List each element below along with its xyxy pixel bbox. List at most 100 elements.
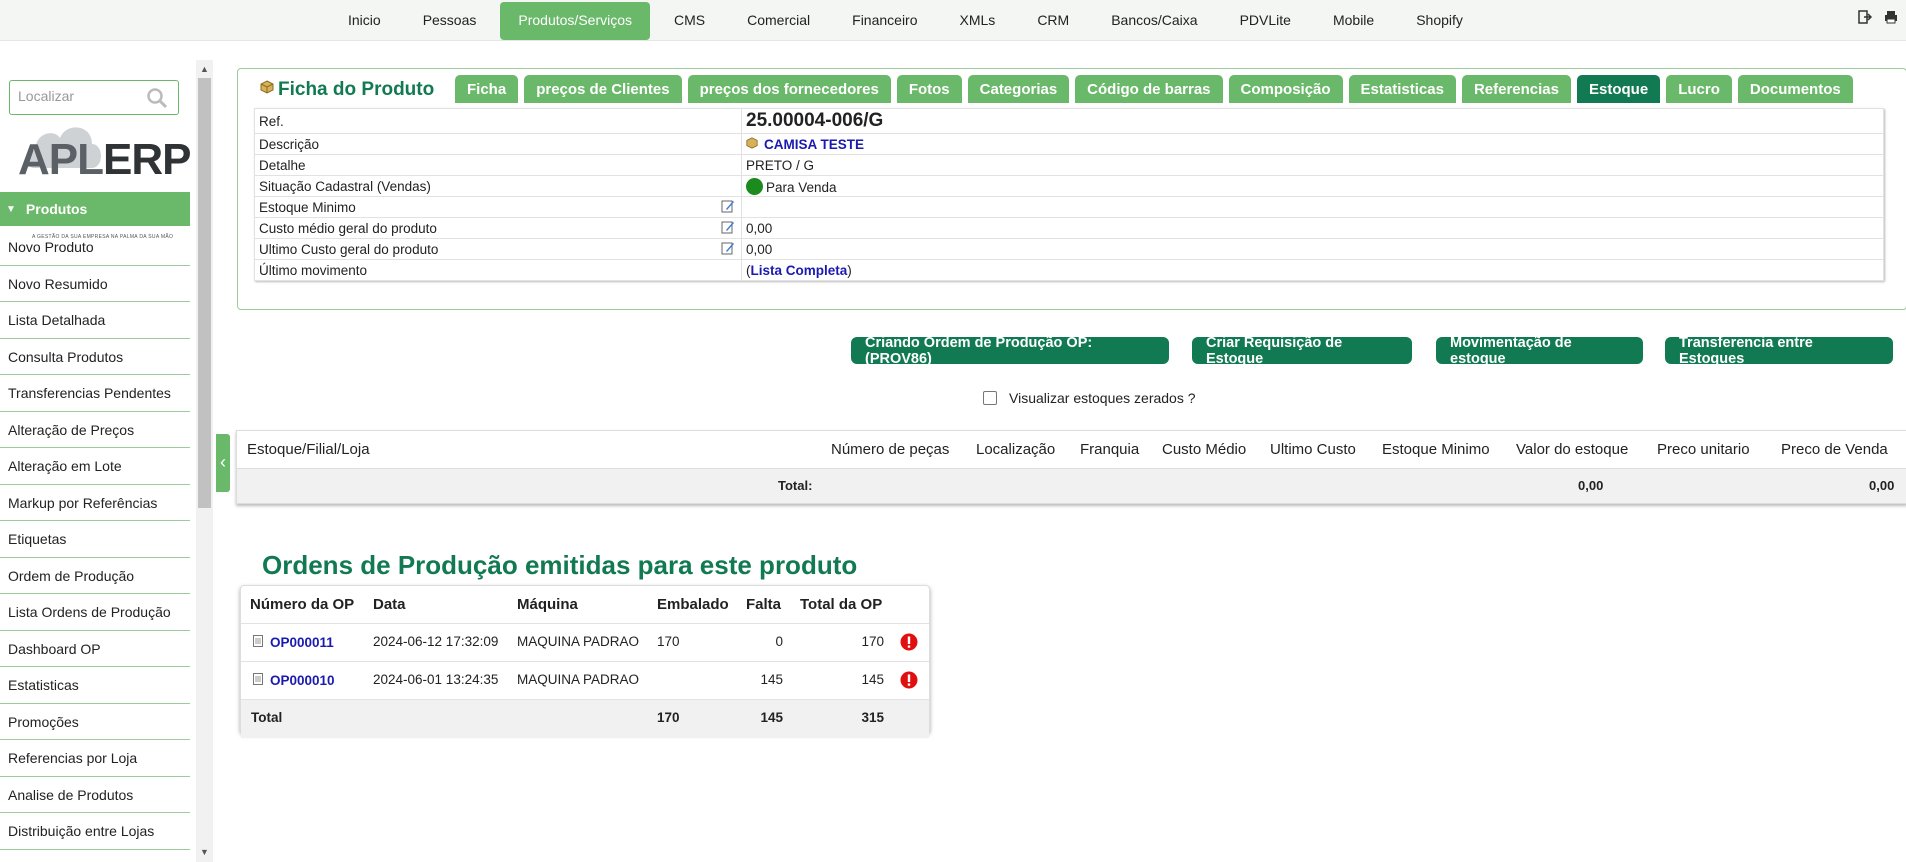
edit-icon[interactable] [721, 220, 735, 234]
sidebar-item-dashboard-op[interactable]: Dashboard OP [0, 631, 190, 667]
warning-icon[interactable] [900, 633, 918, 651]
nav-pessoas[interactable]: Pessoas [405, 3, 495, 37]
create-op-button[interactable]: Criando Ordem de Produção OP:(PROV86) [851, 335, 1169, 367]
warning-icon[interactable] [900, 671, 918, 689]
stock-transfer-button[interactable]: Transferencia entre Estoques [1665, 335, 1893, 367]
last-cost-value: 0,00 [741, 238, 1884, 260]
package-icon [746, 136, 758, 149]
nav-comercial[interactable]: Comercial [729, 3, 828, 37]
tab-categorias[interactable]: Categorias [967, 75, 1070, 103]
sidebar-item-novo-resumido[interactable]: Novo Resumido [0, 266, 190, 302]
nav-mobile[interactable]: Mobile [1315, 3, 1392, 37]
sidebar-scrollbar[interactable]: ▲ ▼ [196, 60, 213, 862]
col-preco-venda: Preco de Venda [1781, 441, 1888, 458]
avg-cost-row: Custo médio geral do produto 0,00 [254, 217, 1884, 239]
sidebar-item-distribuicao-entre-lojas[interactable]: Distribuição entre Lojas [0, 813, 190, 850]
tab-precos-de-clientes[interactable]: preços de Clientes [524, 75, 682, 103]
op-row: OP000011 2024-06-12 17:32:09 MAQUINA PAD… [241, 624, 929, 661]
create-requisition-button[interactable]: Criar Requisição de Estoque [1192, 335, 1412, 367]
stock-table-footer: Total: 0,00 0,00 [237, 469, 1906, 503]
last-move-row: Último movimento (Lista Completa) [254, 259, 1884, 281]
nav-cms[interactable]: CMS [656, 3, 723, 37]
tab-ficha[interactable]: Ficha [455, 75, 519, 103]
print-icon[interactable] [1884, 10, 1898, 24]
sidebar-item-transferencias-pendentes[interactable]: Transferencias Pendentes [0, 375, 190, 412]
op-number-link[interactable]: OP000010 [270, 673, 335, 688]
nav-xmls[interactable]: XMLs [942, 3, 1014, 37]
logout-icon[interactable] [1858, 10, 1872, 24]
sidebar-item-lista-detalhada[interactable]: Lista Detalhada [0, 302, 190, 339]
top-navigation-bar: Inicio Pessoas Produtos/Serviços CMS Com… [0, 0, 1906, 41]
sidebar-item-estatisticas[interactable]: Estatisticas [0, 667, 190, 704]
op-date: 2024-06-12 17:32:09 [373, 634, 499, 649]
tab-estatisticas[interactable]: Estatisticas [1348, 75, 1456, 103]
last-cost-row: Ultimo Custo geral do produto 0,00 [254, 238, 1884, 260]
avg-cost-label-cell: Custo médio geral do produto [254, 217, 742, 239]
nav-bancos-caixa[interactable]: Bancos/Caixa [1093, 3, 1215, 37]
scrollbar-thumb[interactable] [198, 78, 211, 508]
sidebar-item-etiquetas[interactable]: Etiquetas [0, 521, 190, 558]
nav-inicio[interactable]: Inicio [330, 3, 399, 37]
logo-wordmark: APLERP [18, 135, 191, 185]
desc-label: Descrição [254, 133, 742, 155]
nav-produtos-servicos[interactable]: Produtos/Serviços [500, 2, 650, 40]
detail-label: Detalhe [254, 154, 742, 176]
tab-composicao[interactable]: Composição [1228, 75, 1343, 103]
nav-financeiro[interactable]: Financeiro [834, 3, 935, 37]
sidebar-item-analise-de-produtos[interactable]: Analise de Produtos [0, 777, 190, 813]
col-estoque-minimo: Estoque Minimo [1382, 441, 1490, 458]
sidebar-item-lista-ordens-de-producao[interactable]: Lista Ordens de Produção [0, 594, 190, 631]
detail-row: Detalhe PRETO / G [254, 154, 1884, 176]
op-machine: MAQUINA PADRAO [517, 634, 640, 649]
stock-movement-button[interactable]: Movimentação de estoque [1436, 335, 1643, 367]
document-icon [253, 673, 263, 685]
scroll-down-arrow-icon[interactable]: ▼ [199, 847, 210, 858]
nav-shopify[interactable]: Shopify [1398, 3, 1481, 37]
sidebar-item-alteracao-de-precos[interactable]: Alteração de Preços [0, 412, 190, 448]
search-input[interactable] [10, 81, 146, 111]
col-embalado: Embalado [657, 596, 729, 613]
nav-pdvlite[interactable]: PDVLite [1222, 3, 1309, 37]
sidebar-item-promocoes[interactable]: Promoções [0, 704, 190, 740]
sidebar-item-novo-produto[interactable]: Novo Produto [0, 229, 190, 266]
sidebar: APLERP A GESTÃO DA SUA EMPRESA NA PALMA … [0, 60, 192, 862]
menu-section-produtos[interactable]: ▼ Produtos [0, 192, 190, 226]
collapse-sidebar-button[interactable]: ‹ [216, 434, 230, 492]
product-name-link[interactable]: CAMISA TESTE [764, 137, 864, 152]
zero-stock-checkbox[interactable] [983, 391, 997, 405]
tab-documentos[interactable]: Documentos [1737, 75, 1853, 103]
edit-icon[interactable] [721, 199, 735, 213]
sidebar-item-ordem-de-producao[interactable]: Ordem de Produção [0, 558, 190, 594]
product-tabs: Ficha preços de Clientes preços dos fornec… [455, 75, 1853, 103]
search-icon[interactable] [146, 87, 168, 109]
scroll-up-arrow-icon[interactable]: ▲ [199, 64, 210, 75]
edit-icon[interactable] [721, 241, 735, 255]
col-franquia: Franquia [1080, 441, 1140, 458]
op-row: OP000010 2024-06-01 13:24:35 MAQUINA PAD… [241, 662, 929, 699]
tab-fotos[interactable]: Fotos [896, 75, 962, 103]
product-card: Ficha do Produto Ficha preços de Clientes… [237, 68, 1906, 310]
op-number-link[interactable]: OP000011 [270, 635, 334, 650]
sidebar-item-alteracao-em-lote[interactable]: Alteração em Lote [0, 448, 190, 485]
col-ultimo-custo: Ultimo Custo [1270, 441, 1356, 458]
card-title: Ficha do Produto [260, 79, 434, 101]
op-embalado: 170 [657, 634, 680, 649]
full-list-link[interactable]: Lista Completa [751, 263, 848, 278]
tab-referencias[interactable]: Referencias [1461, 75, 1571, 103]
sidebar-item-markup-por-referencias[interactable]: Markup por Referências [0, 485, 190, 521]
col-falta: Falta [746, 596, 782, 613]
sidebar-item-referencias-por-loja[interactable]: Referencias por Loja [0, 740, 190, 777]
min-stock-label-cell: Estoque Minimo [254, 196, 742, 218]
op-total-total: 315 [861, 710, 884, 725]
nav-crm[interactable]: CRM [1019, 3, 1087, 37]
op-table: Número da OP Data Máquina Embalado Falta… [240, 585, 930, 738]
tab-estoque[interactable]: Estoque [1577, 75, 1661, 103]
product-info-table: Ref. 25.00004-006/G Descrição CAMISA TES… [254, 108, 1884, 281]
tab-lucro[interactable]: Lucro [1666, 75, 1732, 103]
tab-codigo-de-barras[interactable]: Código de barras [1075, 75, 1223, 103]
sidebar-item-consulta-produtos[interactable]: Consulta Produtos [0, 339, 190, 375]
avg-cost-label: Custo médio geral do produto [259, 220, 437, 236]
tab-precos-dos-fornecedores[interactable]: preços dos fornecedores [687, 75, 891, 103]
col-numero-pecas: Número de peças [831, 441, 950, 458]
min-stock-value [741, 196, 1884, 218]
